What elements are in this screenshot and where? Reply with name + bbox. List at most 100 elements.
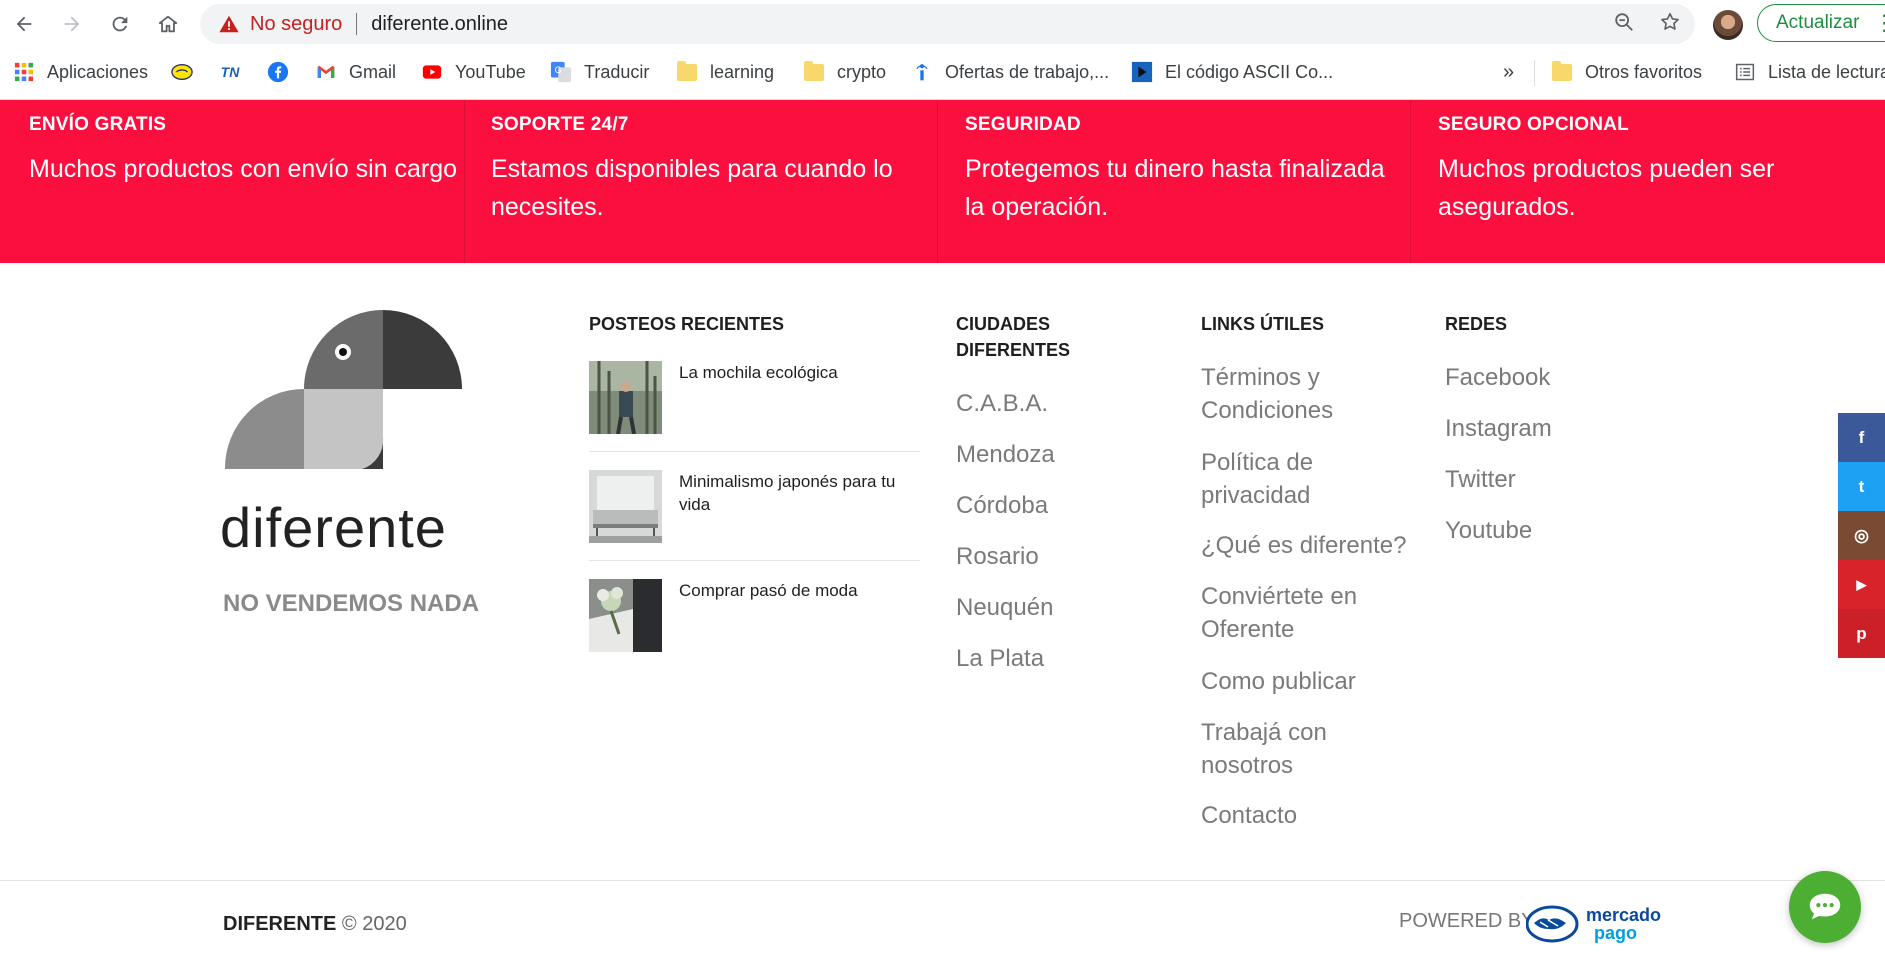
feature-free-shipping: ENVÍO GRATIS Muchos productos con envío … <box>0 100 465 263</box>
url-text[interactable]: diferente.online <box>371 13 508 36</box>
security-status[interactable]: No seguro <box>250 13 342 36</box>
instagram-share-icon[interactable]: ◎ <box>1838 511 1885 560</box>
info-icon <box>911 61 933 83</box>
update-label: Actualizar <box>1776 12 1860 33</box>
recent-posts-heading: POSTEOS RECIENTES <box>589 314 785 334</box>
post-title[interactable]: La mochila ecológica <box>679 361 919 384</box>
mercadopago-logo[interactable]: mercado pago <box>1526 902 1674 946</box>
brand-wordmark[interactable]: diferente <box>220 495 447 560</box>
useful-link[interactable]: Términos y Condiciones <box>1201 361 1361 427</box>
mp-logo-word-2: pago <box>1594 923 1637 943</box>
update-button[interactable]: Actualizar ⋮ <box>1757 4 1885 42</box>
bookmark-ofertas[interactable]: Ofertas de trabajo,... <box>911 48 1109 96</box>
bookmark-label: El código ASCII Co... <box>1165 61 1334 82</box>
mercadolibre-icon <box>171 61 193 83</box>
city-link[interactable]: Rosario <box>956 540 1039 573</box>
translate-icon: G <box>550 61 572 83</box>
copyright-year: © 2020 <box>341 913 407 935</box>
folder-icon <box>676 60 698 83</box>
feature-text: Protegemos tu dinero hasta finalizada la… <box>965 155 1385 221</box>
post-thumbnail[interactable] <box>589 361 662 434</box>
bookmarks-divider <box>1534 60 1535 86</box>
profile-avatar[interactable] <box>1713 10 1743 40</box>
social-link-instagram[interactable]: Instagram <box>1445 412 1552 445</box>
bookmark-label: Ofertas de trabajo,... <box>945 61 1110 82</box>
social-link-youtube[interactable]: Youtube <box>1445 514 1532 547</box>
bookmark-traducir[interactable]: G Traducir <box>550 48 649 96</box>
feature-title: ENVÍO GRATIS <box>29 114 167 135</box>
facebook-share-icon[interactable]: f <box>1838 413 1885 462</box>
feature-title: SOPORTE 24/7 <box>491 114 629 135</box>
more-chevron-icon: » <box>1503 60 1515 83</box>
bookmark-label: Gmail <box>349 61 397 82</box>
address-separator <box>356 13 358 35</box>
bookmark-label: learning <box>710 61 775 82</box>
zoom-icon[interactable] <box>1613 11 1635 38</box>
useful-link[interactable]: Política de privacidad <box>1201 446 1361 512</box>
useful-link[interactable]: Contacto <box>1201 799 1297 832</box>
cities-heading: CIUDADES DIFERENTES <box>956 314 1071 360</box>
chat-bubble-icon <box>1809 893 1841 920</box>
post-thumbnail[interactable] <box>589 470 662 543</box>
city-link[interactable]: Córdoba <box>956 489 1048 522</box>
useful-link[interactable]: Como publicar <box>1201 665 1391 698</box>
twitter-share-icon[interactable]: t <box>1838 462 1885 511</box>
useful-link[interactable]: Trabajá con nosotros <box>1201 716 1351 782</box>
feature-support: SOPORTE 24/7 Estamos disponibles para cu… <box>465 100 938 263</box>
home-icon[interactable] <box>144 0 192 48</box>
city-link[interactable]: Mendoza <box>956 438 1055 471</box>
social-link-facebook[interactable]: Facebook <box>1445 361 1550 394</box>
copyright-brand: DIFERENTE <box>223 913 337 935</box>
bookmarks-bar: Aplicaciones TN Gmail YouTube G Traducir… <box>0 48 1885 100</box>
feature-text: Estamos disponibles para cuando lo neces… <box>491 155 893 221</box>
city-link[interactable]: Neuquén <box>956 591 1053 624</box>
reading-list-icon <box>1734 61 1756 83</box>
post-divider <box>589 451 920 452</box>
powered-by-label: POWERED BY <box>1399 910 1535 932</box>
bookmark-facebook[interactable] <box>267 48 289 96</box>
apps-grid-icon <box>13 61 35 83</box>
bookmark-other-favorites[interactable]: Otros favoritos <box>1551 48 1702 96</box>
bookmarks-overflow[interactable]: » <box>1503 48 1514 96</box>
bookmark-folder-crypto[interactable]: crypto <box>803 48 886 96</box>
pinterest-share-icon[interactable]: p <box>1838 609 1885 658</box>
post-title[interactable]: Comprar pasó de moda <box>679 579 919 602</box>
useful-link[interactable]: Conviértete en Oferente <box>1201 580 1391 646</box>
bookmark-label: Lista de lectura <box>1768 61 1885 82</box>
brand-tagline: NO VENDEMOS NADA <box>223 590 480 617</box>
footer-divider <box>0 880 1885 881</box>
bookmark-label: Otros favoritos <box>1585 61 1703 82</box>
bookmark-ascii[interactable]: El código ASCII Co... <box>1131 48 1333 96</box>
post-thumbnail[interactable] <box>589 579 662 652</box>
feature-text: Muchos productos pueden ser asegurados. <box>1438 155 1775 221</box>
folder-icon <box>803 60 825 83</box>
city-link[interactable]: C.A.B.A. <box>956 387 1048 420</box>
tn-icon: TN <box>220 64 240 80</box>
social-link-twitter[interactable]: Twitter <box>1445 463 1516 496</box>
bookmark-apps[interactable]: Aplicaciones <box>13 48 148 96</box>
post-title[interactable]: Minimalismo japonés para tu vida <box>679 470 919 516</box>
bookmark-star-icon[interactable] <box>1659 11 1681 38</box>
bookmark-folder-learning[interactable]: learning <box>676 48 774 96</box>
city-link[interactable]: La Plata <box>956 642 1044 675</box>
folder-icon <box>1551 60 1573 83</box>
back-icon[interactable] <box>0 0 48 48</box>
features-banner: ENVÍO GRATIS Muchos productos con envío … <box>0 100 1885 263</box>
reload-icon[interactable] <box>96 0 144 48</box>
bookmark-tn[interactable]: TN <box>219 48 241 96</box>
feature-text: Muchos productos con envío sin cargo <box>29 155 458 183</box>
bookmark-mercadolibre[interactable] <box>171 48 193 96</box>
bookmark-gmail[interactable]: Gmail <box>315 48 396 96</box>
address-bar[interactable]: No seguro diferente.online <box>200 4 1695 44</box>
bookmark-label: crypto <box>837 61 887 82</box>
feature-title: SEGURIDAD <box>965 114 1081 135</box>
menu-dots-icon[interactable]: ⋮ <box>1873 12 1885 34</box>
youtube-share-icon[interactable]: ▶ <box>1838 560 1885 609</box>
social-heading: REDES <box>1445 314 1508 334</box>
reading-list[interactable]: Lista de lectura <box>1734 48 1885 96</box>
chat-button[interactable] <box>1789 871 1861 943</box>
forward-icon[interactable] <box>48 0 96 48</box>
bookmark-youtube[interactable]: YouTube <box>421 48 526 96</box>
useful-link[interactable]: ¿Qué es diferente? <box>1201 529 1416 562</box>
warning-icon[interactable] <box>218 13 240 35</box>
